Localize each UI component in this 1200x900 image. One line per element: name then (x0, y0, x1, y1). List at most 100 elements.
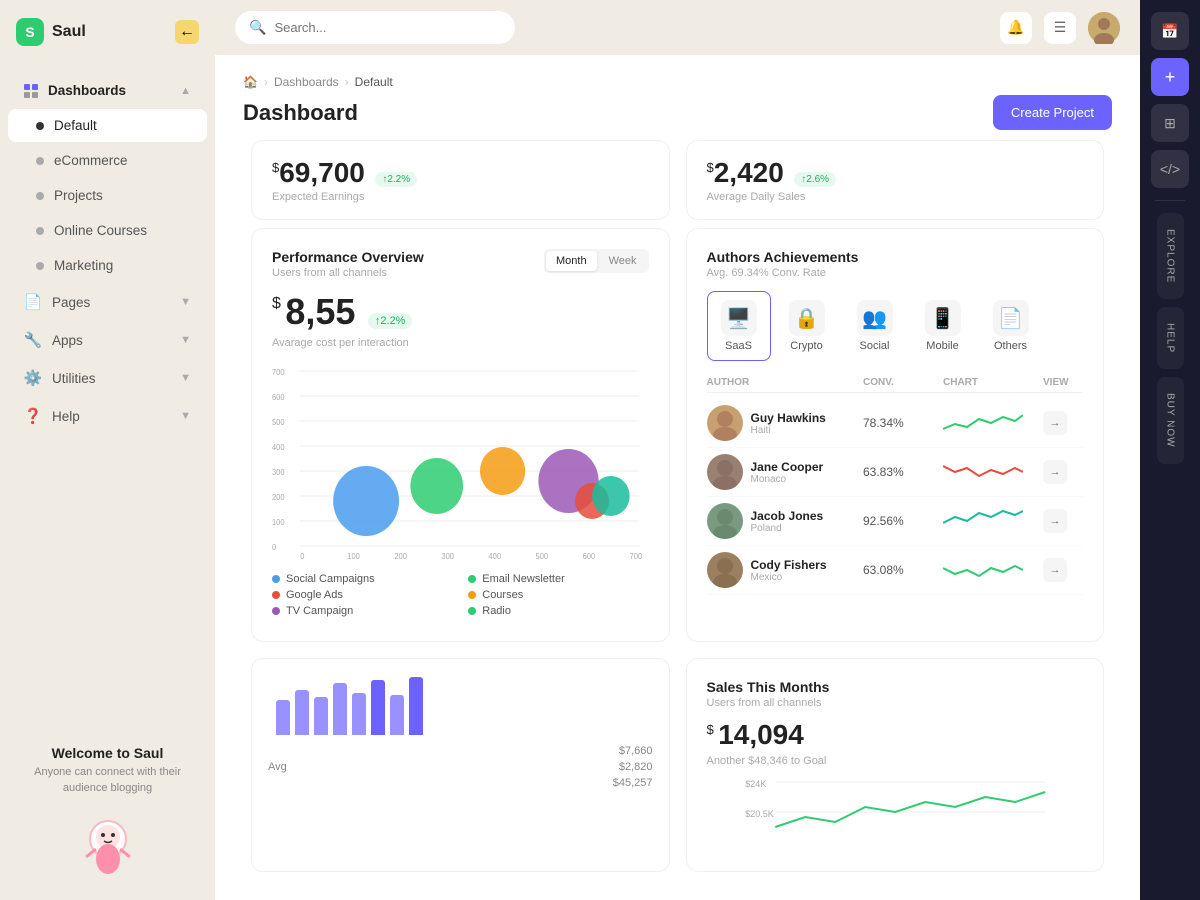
sidebar-item-online-courses[interactable]: Online Courses (8, 214, 207, 247)
stat-label-daily-sales: Average Daily Sales (707, 191, 1084, 203)
dot-icon (36, 157, 44, 165)
dashboards-icon (24, 84, 38, 98)
stat-badge-daily-sales: ↑2.6% (794, 172, 836, 187)
legend-dot (272, 607, 280, 615)
back-button[interactable]: ← (175, 20, 199, 44)
author-row: Jacob Jones Poland 92.56% → (707, 497, 1084, 546)
sidebar-item-dashboards[interactable]: Dashboards ▲ (8, 74, 207, 107)
sales-chart: $24K $20.5K (707, 767, 1084, 847)
sidebar-item-pages[interactable]: 📄 Pages ▼ (8, 284, 207, 320)
welcome-subtitle: Anyone can connect with their audience b… (16, 765, 199, 796)
perf-subtitle: Users from all channels (272, 267, 424, 279)
chevron-icon: ▼ (180, 334, 191, 346)
svg-text:100: 100 (347, 552, 360, 561)
notifications-button[interactable]: 🔔 (1000, 12, 1032, 44)
view-btn-jacob[interactable]: → (1043, 509, 1067, 533)
authors-subtitle: Avg. 69.34% Conv. Rate (707, 267, 859, 279)
svg-text:300: 300 (272, 468, 285, 477)
view-btn-jane[interactable]: → (1043, 460, 1067, 484)
toggle-group: Month Week (544, 249, 649, 273)
tab-others[interactable]: 📄 Others (979, 291, 1043, 361)
breadcrumb-current: Default (355, 75, 393, 89)
tab-saas[interactable]: 🖥️ SaaS (707, 291, 771, 361)
bubble-chart: 700 600 500 400 300 200 100 0 0 100 200 … (272, 361, 649, 561)
topbar: 🔍 🔔 ☰ (215, 0, 1140, 55)
help-label-btn[interactable]: Help (1157, 307, 1184, 369)
grid-icon-btn[interactable]: ⊞ (1151, 104, 1189, 142)
toggle-month[interactable]: Month (546, 251, 597, 271)
sidebar-item-apps[interactable]: 🔧 Apps ▼ (8, 322, 207, 358)
add-icon-btn[interactable]: + (1151, 58, 1189, 96)
legend-dot (272, 575, 280, 583)
chevron-icon: ▼ (180, 372, 191, 384)
settings-button[interactable]: ☰ (1044, 12, 1076, 44)
authors-title: Authors Achievements (707, 249, 859, 265)
stats-row: $69,700 ↑2.2% Expected Earnings $2,420 ↑… (215, 140, 1140, 220)
sidebar-item-marketing[interactable]: Marketing (8, 249, 207, 282)
stat-card-earnings: $69,700 ↑2.2% Expected Earnings (251, 140, 670, 220)
legend-social: Social Campaigns (272, 573, 452, 585)
code-icon-btn[interactable]: </> (1151, 150, 1189, 188)
sidebar-header: S Saul ← (0, 0, 215, 64)
breadcrumb-dashboards[interactable]: Dashboards (274, 75, 339, 89)
tab-mobile[interactable]: 📱 Mobile (911, 291, 975, 361)
toggle-week[interactable]: Week (599, 251, 647, 271)
saas-tab-icon: 🖥️ (721, 300, 757, 336)
sales-subtitle: Users from all channels (707, 697, 830, 709)
svg-text:600: 600 (583, 552, 596, 561)
user-avatar[interactable] (1088, 12, 1120, 44)
author-location-jacob: Poland (751, 523, 824, 534)
view-btn-cody[interactable]: → (1043, 558, 1067, 582)
buy-now-label-btn[interactable]: Buy now (1157, 377, 1184, 464)
svg-text:0: 0 (272, 543, 276, 552)
calendar-icon-btn[interactable]: 📅 (1151, 12, 1189, 50)
sales-card: Sales This Months Users from all channel… (686, 658, 1105, 872)
authors-header: Authors Achievements Avg. 69.34% Conv. R… (707, 249, 1084, 279)
metric-badge: ↑2.2% (368, 313, 413, 329)
author-row: Cody Fishers Mexico 63.08% → (707, 546, 1084, 595)
performance-overview-card: Performance Overview Users from all chan… (251, 228, 670, 642)
chevron-icon: ▲ (180, 85, 191, 97)
mini-chart-cody (943, 556, 1023, 584)
bar-item (333, 683, 347, 735)
sales-goal: Another $48,346 to Goal (707, 755, 1084, 767)
explore-label-btn[interactable]: Explore (1157, 213, 1184, 299)
chevron-icon: ▼ (180, 410, 191, 422)
svg-text:500: 500 (272, 418, 285, 427)
legend-dot (468, 591, 476, 599)
perf-metric: $ 8,55 ↑2.2% (272, 291, 649, 333)
search-box[interactable]: 🔍 (235, 11, 515, 44)
legend-tv: TV Campaign (272, 605, 452, 617)
dot-icon (36, 227, 44, 235)
tab-social[interactable]: 👥 Social (843, 291, 907, 361)
author-location-cody: Mexico (751, 572, 827, 583)
dv-item: $45,257 (268, 775, 653, 791)
sidebar-item-projects[interactable]: Projects (8, 179, 207, 212)
dot-icon (36, 122, 44, 130)
conv-rate-cody: 63.08% (863, 563, 943, 577)
sidebar-item-ecommerce[interactable]: eCommerce (8, 144, 207, 177)
bar-item (276, 700, 290, 735)
avatar-guy (707, 405, 743, 441)
search-input[interactable] (274, 20, 501, 35)
bottom-chart-card: $7,660 Avg $2,820 $45,257 (251, 658, 670, 872)
sidebar-item-help[interactable]: ❓ Help ▼ (8, 398, 207, 434)
bar-item (409, 677, 423, 735)
sidebar: S Saul ← Dashboards ▲ Default eCommerce … (0, 0, 215, 900)
others-tab-icon: 📄 (993, 300, 1029, 336)
page-header-row: Dashboard Create Project (243, 95, 1112, 130)
tab-crypto[interactable]: 🔒 Crypto (775, 291, 839, 361)
author-name-guy: Guy Hawkins (751, 411, 826, 425)
sidebar-item-utilities[interactable]: ⚙️ Utilities ▼ (8, 360, 207, 396)
chart-legend: Social Campaigns Email Newsletter Google… (272, 573, 649, 617)
sidebar-item-default[interactable]: Default (8, 109, 207, 142)
avatar-jane (707, 454, 743, 490)
metric-currency: $ (272, 295, 281, 313)
create-project-button[interactable]: Create Project (993, 95, 1112, 130)
utilities-icon: ⚙️ (24, 369, 42, 387)
view-btn-guy[interactable]: → (1043, 411, 1067, 435)
legend-email: Email Newsletter (468, 573, 648, 585)
svg-text:200: 200 (394, 552, 407, 561)
svg-text:700: 700 (630, 552, 643, 561)
perf-card-header: Performance Overview Users from all chan… (272, 249, 649, 279)
